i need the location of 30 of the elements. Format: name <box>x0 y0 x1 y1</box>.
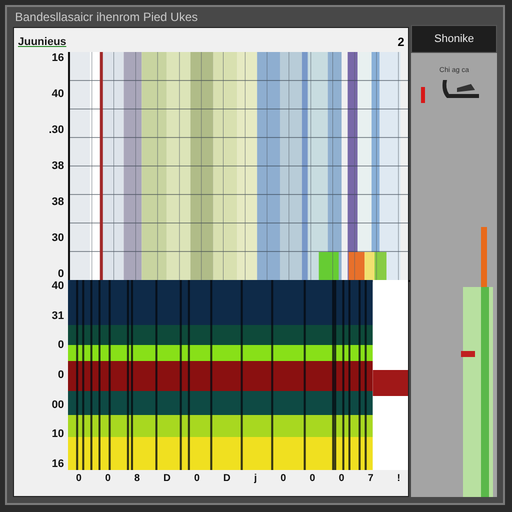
window-title: Bandesllasaicr ihenrom Pied Ukes <box>14 9 199 26</box>
axis-label: 40 <box>52 280 64 292</box>
axis-label: 0 <box>58 268 64 280</box>
axis-label: 0 <box>280 473 286 486</box>
axis-label: 16 <box>52 52 64 64</box>
axis-label: 0 <box>58 368 64 381</box>
axis-label: 0 <box>338 473 344 486</box>
axis-label: 0 <box>58 339 64 352</box>
axis-label: 31 <box>52 310 64 322</box>
axis-label: ! <box>396 473 400 486</box>
axis-label: 10 <box>52 428 64 440</box>
axis-label: 38 <box>52 160 64 172</box>
panel-title: Shonike <box>411 25 497 53</box>
axis-label: j <box>254 473 257 486</box>
corner-mark: 2 <box>398 35 404 49</box>
axis-label: D <box>223 473 231 486</box>
axis-label: D <box>163 473 171 486</box>
axis-label: .30 <box>48 124 64 136</box>
axis-label: 38 <box>52 196 64 208</box>
axis-label: 40 <box>52 88 64 100</box>
axis-label: 0 <box>76 473 82 486</box>
axis-label: 30 <box>52 232 64 244</box>
axis-label: 8 <box>134 473 140 486</box>
panel-title: Juunieus <box>18 36 66 48</box>
axis-label: 16 <box>52 458 64 470</box>
axis-label: 7 <box>368 473 374 486</box>
axis-label: 0 <box>194 473 200 486</box>
axis-label: 0 <box>105 473 111 486</box>
axis-label: 00 <box>52 398 64 411</box>
axis-label: 0 <box>310 473 316 486</box>
